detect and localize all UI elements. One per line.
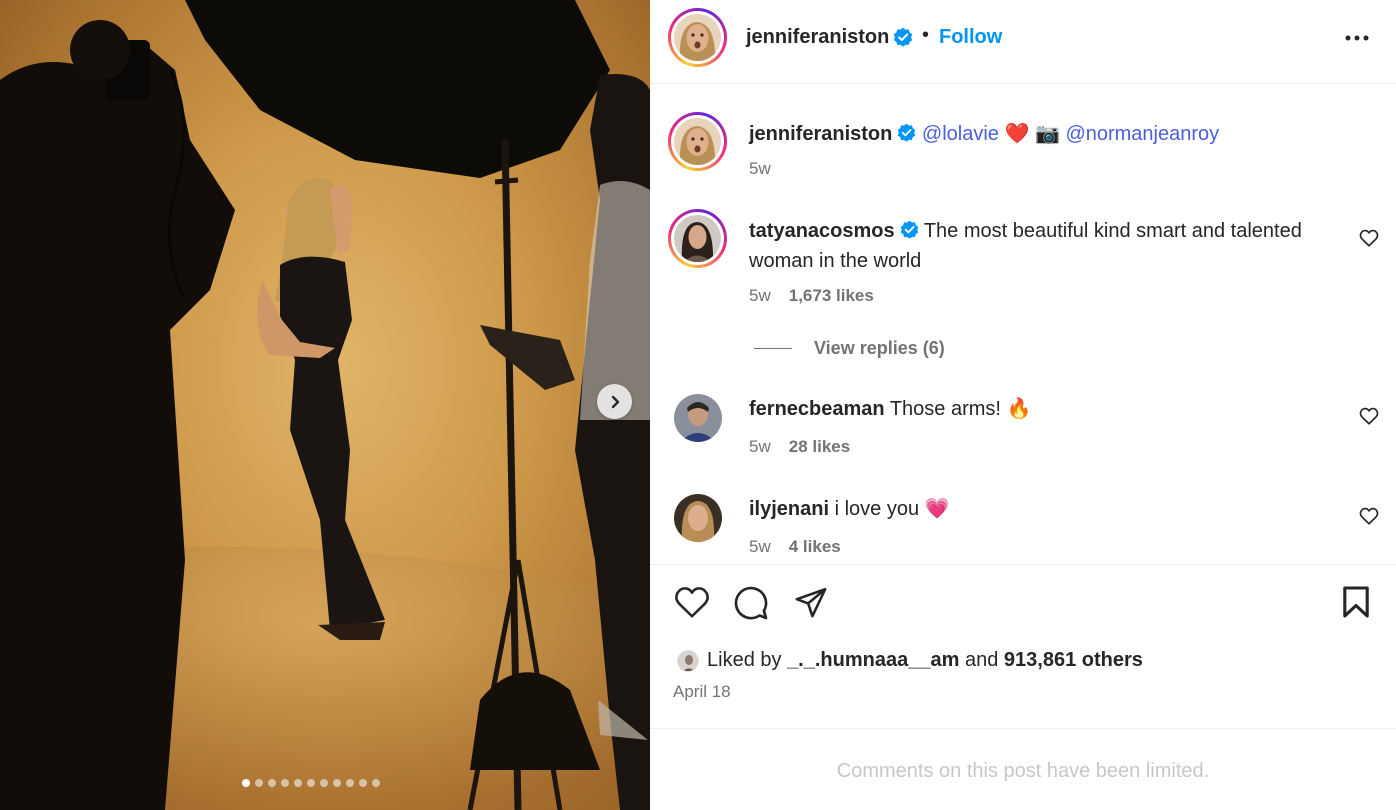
- carousel-dot[interactable]: [333, 779, 341, 787]
- comment-likes[interactable]: 1,673 likes: [789, 286, 874, 306]
- caption-author-photo: [674, 118, 721, 165]
- carousel-dot[interactable]: [255, 779, 263, 787]
- commenter-avatar[interactable]: [674, 394, 722, 442]
- likes-summary: Liked by _._.humnaaa__am and 913,861 oth…: [677, 649, 1143, 672]
- photo-scene: [0, 0, 650, 810]
- comment-meta: 5w 28 likes: [749, 437, 850, 457]
- comment-username[interactable]: tatyanacosmos: [749, 220, 895, 242]
- caption-text: jenniferaniston @lolavie ❤️ 📷 @normanjea…: [749, 120, 1339, 150]
- liker-photo: [678, 650, 698, 671]
- caption-meta: 5w: [749, 159, 771, 179]
- comment-time[interactable]: 5w: [749, 437, 771, 457]
- heart-icon: [1359, 229, 1379, 247]
- carousel-dot[interactable]: [346, 779, 354, 787]
- comment-text: ilyjenani i love you 💗: [749, 495, 1339, 523]
- commenter-photo: [674, 394, 722, 442]
- comment-like-button[interactable]: [1359, 229, 1379, 252]
- comment-time[interactable]: 5w: [749, 286, 771, 306]
- post-sidebar: jenniferaniston • Follow jenniferaniston…: [650, 0, 1396, 810]
- comment-meta: 5w 1,673 likes: [749, 286, 874, 306]
- liker-avatar[interactable]: [677, 649, 699, 672]
- liked-by-and: and: [964, 649, 999, 671]
- heart-emoji: ❤️: [1004, 123, 1030, 145]
- post-media[interactable]: [0, 0, 650, 810]
- comment-text: tatyanacosmos The most beautiful kind sm…: [749, 217, 1339, 275]
- comment-username[interactable]: fernecbeaman: [749, 398, 885, 420]
- comments-limited-notice: Comments on this post have been limited.: [836, 760, 1210, 782]
- comment-body: i love you 💗: [834, 498, 950, 520]
- camera-emoji: 📷: [1034, 123, 1060, 145]
- post-date[interactable]: April 18: [673, 682, 731, 702]
- commenter-avatar[interactable]: [674, 494, 722, 542]
- comment-username[interactable]: ilyjenani: [749, 498, 829, 520]
- carousel-dot[interactable]: [307, 779, 315, 787]
- share-button[interactable]: [793, 585, 829, 624]
- author-username[interactable]: jenniferaniston: [746, 26, 889, 49]
- bookmark-icon: [1343, 586, 1369, 618]
- carousel-dots: [242, 779, 380, 787]
- carousel-dot[interactable]: [268, 779, 276, 787]
- commenter-photo: [674, 215, 721, 262]
- mention-link[interactable]: @lolavie: [922, 123, 999, 145]
- comment-body: Those arms! 🔥: [889, 398, 1032, 420]
- mention-link[interactable]: @normanjeanroy: [1065, 123, 1219, 145]
- liker-username[interactable]: _._.humnaaa__am: [787, 649, 959, 671]
- carousel-dot[interactable]: [294, 779, 302, 787]
- commenter-avatar[interactable]: [668, 209, 727, 268]
- post-actions: Liked by _._.humnaaa__am and 913,861 oth…: [650, 564, 1396, 729]
- comment-icon: [734, 586, 768, 620]
- chevron-right-icon: [611, 395, 619, 408]
- view-replies-button[interactable]: View replies (6): [754, 338, 945, 359]
- caption-avatar[interactable]: [668, 112, 727, 171]
- comment-likes[interactable]: 4 likes: [789, 537, 841, 557]
- verified-badge-icon: [897, 122, 916, 150]
- send-icon: [795, 587, 827, 618]
- save-button[interactable]: [1342, 585, 1370, 624]
- comment-likes[interactable]: 28 likes: [789, 437, 850, 457]
- verified-badge-icon: [900, 219, 919, 247]
- verified-badge-icon: [893, 27, 913, 52]
- author-photo: [674, 14, 721, 61]
- comment-meta: 5w 4 likes: [749, 537, 841, 557]
- carousel-dot[interactable]: [320, 779, 328, 787]
- author-avatar[interactable]: [668, 8, 727, 67]
- heart-icon: [1359, 507, 1379, 525]
- post-header: jenniferaniston • Follow: [650, 0, 1396, 84]
- liked-by-prefix: Liked by: [707, 649, 782, 671]
- view-replies-label: View replies (6): [814, 338, 945, 358]
- caption-username[interactable]: jenniferaniston: [749, 123, 892, 145]
- comment-time[interactable]: 5w: [749, 537, 771, 557]
- follow-button[interactable]: Follow: [939, 26, 1002, 49]
- separator-bullet: •: [922, 24, 930, 46]
- commenter-photo: [674, 494, 722, 542]
- comment-text: fernecbeaman Those arms! 🔥: [749, 395, 1339, 423]
- caption-time[interactable]: 5w: [749, 159, 771, 179]
- comment-like-button[interactable]: [1359, 507, 1379, 530]
- more-options-button[interactable]: [1344, 30, 1370, 51]
- carousel-next-button[interactable]: [597, 384, 632, 419]
- comments-list[interactable]: jenniferaniston @lolavie ❤️ 📷 @normanjea…: [650, 85, 1396, 565]
- replies-line: [754, 348, 792, 349]
- likes-count[interactable]: 913,861 others: [1004, 649, 1143, 671]
- carousel-dot[interactable]: [359, 779, 367, 787]
- more-horizontal-icon: [1345, 35, 1369, 41]
- comment-button[interactable]: [733, 585, 769, 626]
- heart-icon: [1359, 407, 1379, 425]
- carousel-dot[interactable]: [281, 779, 289, 787]
- heart-icon: [675, 587, 709, 618]
- carousel-dot[interactable]: [372, 779, 380, 787]
- comment-like-button[interactable]: [1359, 407, 1379, 430]
- carousel-dot[interactable]: [242, 779, 250, 787]
- like-button[interactable]: [674, 585, 710, 624]
